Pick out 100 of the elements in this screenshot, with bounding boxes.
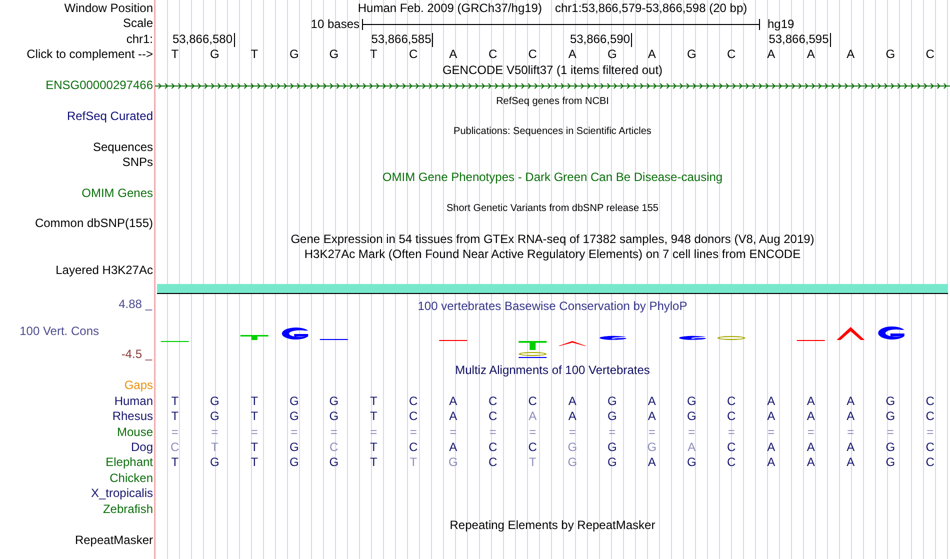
track-label[interactable]: Sequences (0, 140, 155, 155)
aligned-base: = (448, 424, 458, 440)
aligned-base: A (846, 455, 856, 471)
base-letter[interactable]: A (791, 47, 831, 63)
aligned-base: G (288, 440, 300, 456)
track-label[interactable]: SNPs (0, 154, 155, 170)
track-title: Short Genetic Variants from dbSNP release 155 (446, 202, 658, 216)
aligned-base: A (686, 440, 697, 456)
aligned-base: = (886, 424, 895, 440)
track-title: RefSeq genes from NCBI (496, 94, 609, 109)
base-letter[interactable]: C (394, 47, 434, 63)
aligned-base: = (170, 424, 180, 440)
base-letter[interactable]: G (314, 47, 354, 63)
aligned-base: T (170, 394, 180, 410)
aligned-base: A (806, 409, 816, 425)
gene-arrow-line[interactable] (155, 82, 950, 89)
track-label[interactable]: Layered H3K27Ac (0, 262, 155, 278)
aligned-base: C (924, 440, 936, 456)
species-label[interactable]: Mouse (0, 424, 155, 440)
base-letter[interactable]: A (751, 47, 791, 63)
track-title: Gene Expression in 54 tissues from GTEx RNA-seq of 17382 samples, 948 donors (V8, Aug 2019) (290, 232, 814, 248)
base-letter[interactable]: C (712, 47, 752, 63)
aligned-base: T (210, 440, 220, 456)
base-letter[interactable]: G (870, 47, 910, 63)
aligned-base: A (846, 409, 856, 425)
track-label[interactable]: RefSeq Curated (0, 108, 155, 124)
species-label[interactable]: X_tropicalis (0, 486, 155, 502)
aligned-base: A (567, 394, 578, 410)
base-letter[interactable]: A (830, 47, 870, 63)
aligned-base: G (884, 394, 896, 410)
aligned-base: G (646, 440, 658, 456)
track-label: Scale (122, 16, 154, 32)
aligned-base: G (606, 455, 618, 471)
aligned-base: G (686, 394, 698, 410)
aligned-base: T (170, 455, 180, 471)
aligned-base: G (328, 394, 340, 410)
aligned-base: T (250, 440, 260, 456)
track-label[interactable]: RepeatMasker (0, 533, 155, 549)
aligned-base: = (687, 424, 696, 440)
track-label[interactable]: 100 Vert. Cons (0, 322, 119, 338)
track-label: chr1: (125, 32, 154, 48)
aligned-base: T (250, 409, 260, 425)
aligned-base: T (250, 394, 260, 410)
track-label[interactable]: Common dbSNP(155) (0, 216, 155, 232)
base-letter[interactable]: C (910, 47, 950, 63)
aligned-base: = (806, 424, 816, 440)
aligned-base: C (488, 455, 498, 471)
base-letter[interactable]: T (234, 47, 274, 63)
aligned-base: G (884, 409, 896, 425)
species-label[interactable]: Chicken (0, 470, 155, 486)
aligned-base: G (884, 440, 896, 456)
base-letter[interactable]: T (354, 47, 394, 63)
base-letter[interactable]: G (672, 47, 712, 63)
base-letter[interactable]: A (632, 47, 672, 63)
complement-link[interactable]: Click to complement --> (0, 47, 155, 63)
track-label[interactable]: OMIM Genes (0, 186, 155, 202)
aligned-base: A (766, 409, 776, 425)
aligned-base: T (250, 455, 260, 471)
track-title: Multiz Alignments of 100 Vertebrates (455, 363, 650, 378)
aligned-base: C (488, 440, 498, 456)
aligned-base: = (210, 424, 220, 440)
track-label: Window Position (63, 1, 154, 16)
aligned-base: G (328, 455, 340, 471)
aligned-base: A (766, 394, 776, 410)
aligned-base: = (408, 424, 418, 440)
species-label[interactable]: Human (0, 394, 155, 410)
aligned-base: G (208, 394, 220, 410)
aligned-base: C (924, 409, 936, 425)
species-label[interactable]: Zebrafish (0, 502, 155, 517)
species-label[interactable]: Dog (0, 440, 155, 456)
ruler-tick-label: 53,866,580 (172, 33, 234, 48)
aligned-base: A (806, 440, 816, 456)
base-letter[interactable]: G (592, 47, 632, 63)
aligned-base: = (290, 424, 299, 440)
aligned-base: C (170, 440, 180, 456)
aligned-base: T (368, 394, 378, 410)
species-label[interactable]: Elephant (0, 455, 155, 471)
aligned-base: = (726, 424, 736, 440)
base-letter[interactable]: G (194, 47, 234, 63)
aligned-base: G (686, 409, 698, 425)
base-letter[interactable]: C (473, 47, 513, 63)
base-letter[interactable]: T (155, 47, 195, 63)
species-label[interactable]: Rhesus (0, 409, 155, 425)
aligned-base: = (766, 424, 776, 440)
aligned-base: = (329, 424, 338, 440)
aligned-base: C (527, 394, 538, 410)
base-letter[interactable]: G (274, 47, 314, 63)
aligned-base: C (328, 440, 340, 456)
track-title: 100 vertebrates Basewise Conservation by PhyloP (418, 299, 688, 314)
aligned-base: A (646, 394, 657, 410)
base-letter[interactable]: A (433, 47, 473, 63)
base-letter[interactable]: C (512, 47, 552, 63)
base-letter[interactable]: A (552, 47, 592, 63)
aligned-base: A (846, 440, 856, 456)
aligned-base: T (368, 409, 378, 425)
aligned-base: A (766, 440, 776, 456)
assembly-label: hg19 (768, 16, 794, 32)
aligned-base: G (208, 409, 220, 425)
gene-label[interactable]: ENSG00000297466 (0, 78, 155, 94)
aligned-base: = (369, 424, 378, 440)
